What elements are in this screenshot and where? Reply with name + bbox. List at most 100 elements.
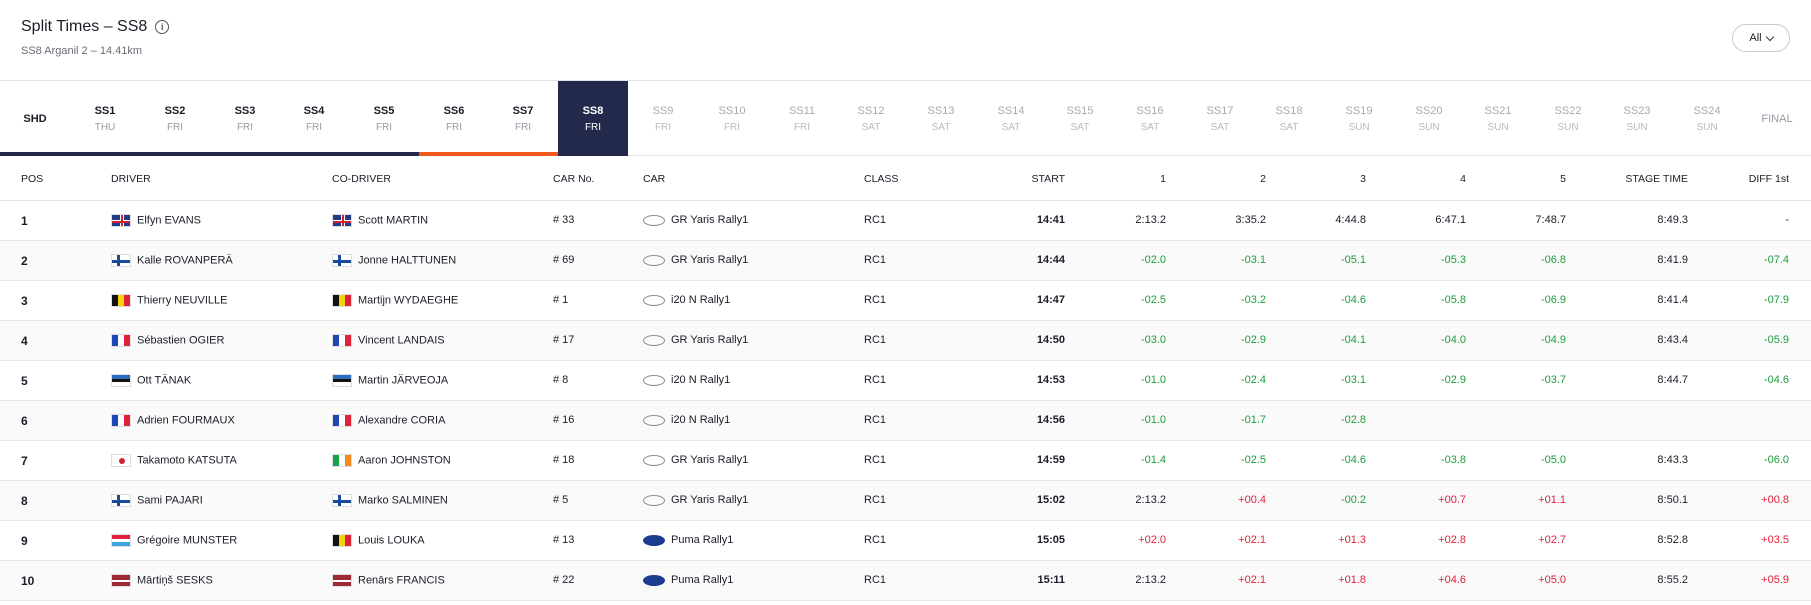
stage-tab-ss14[interactable]: SS14 SAT bbox=[976, 81, 1046, 156]
class-filter-dropdown[interactable]: All bbox=[1732, 24, 1790, 52]
stage-tab-final[interactable]: FINAL bbox=[1742, 81, 1811, 156]
codriver-name: Renārs FRANCIS bbox=[358, 574, 445, 587]
driver-name[interactable]: Elfyn EVANS bbox=[137, 214, 201, 226]
driver-name[interactable]: Kalle ROVANPERÄ bbox=[137, 254, 233, 266]
column-header-5: 5 bbox=[1560, 173, 1566, 185]
cell-s2: -03.2 bbox=[1240, 294, 1266, 306]
stage-tab-ss23[interactable]: SS23 SUN bbox=[1602, 81, 1672, 156]
cell-s1: -01.4 bbox=[1140, 454, 1166, 466]
table-row[interactable]: 6 Adrien FOURMAUX Alexandre CORIA # 16 i20 N… bbox=[0, 401, 1811, 441]
car-model: i20 N Rally1 bbox=[671, 374, 731, 386]
stage-tab-ss5[interactable]: SS5 FRI bbox=[349, 81, 419, 156]
cell-s2: -02.5 bbox=[1240, 454, 1266, 466]
cell-pos: 3 bbox=[21, 294, 28, 308]
cell-s2: -02.4 bbox=[1240, 374, 1266, 386]
stage-tab-label: SS13 bbox=[927, 104, 955, 117]
cell-class: RC1 bbox=[864, 374, 887, 386]
stage-tab-ss10[interactable]: SS10 FRI bbox=[697, 81, 767, 156]
driver-name[interactable]: Ott TÄNAK bbox=[137, 374, 191, 386]
cell-s3: -02.8 bbox=[1340, 414, 1366, 426]
cell-car: GR Yaris Rally1 bbox=[643, 214, 748, 226]
column-header-start: START bbox=[1031, 173, 1065, 185]
stage-tab-label: SS10 bbox=[718, 104, 746, 117]
stage-tab-ss20[interactable]: SS20 SUN bbox=[1394, 81, 1464, 156]
column-header-diff-1st: DIFF 1st bbox=[1748, 173, 1789, 185]
column-header-car-no: CAR No. bbox=[553, 173, 595, 185]
stage-tab-ss2[interactable]: SS2 FRI bbox=[140, 81, 210, 156]
codriver-name: Alexandre CORIA bbox=[358, 414, 446, 427]
stage-tab-ss19[interactable]: SS19 SUN bbox=[1324, 81, 1394, 156]
stage-tab-day: FRI bbox=[375, 121, 393, 133]
flag-lv-icon bbox=[332, 574, 352, 587]
stage-tab-ss6[interactable]: SS6 FRI bbox=[419, 81, 489, 156]
stage-tab-ss18[interactable]: SS18 SAT bbox=[1254, 81, 1324, 156]
table-body: 1 Elfyn EVANS Scott MARTIN # 33 GR Yaris Ral… bbox=[0, 201, 1811, 601]
stage-tab-ss22[interactable]: SS22 SUN bbox=[1533, 81, 1603, 156]
info-icon[interactable]: i bbox=[155, 20, 170, 34]
table-row[interactable]: 4 Sébastien OGIER Vincent LANDAIS # 17 GR Ya… bbox=[0, 321, 1811, 361]
table-row[interactable]: 7 Takamoto KATSUTA Aaron JOHNSTON # 18 GR Ya… bbox=[0, 441, 1811, 481]
stage-tab-ss15[interactable]: SS15 SAT bbox=[1045, 81, 1115, 156]
toyota-logo-icon bbox=[643, 334, 665, 346]
stage-tab-day: SAT bbox=[1140, 121, 1160, 133]
stage-tab-ss3[interactable]: SS3 FRI bbox=[210, 81, 280, 156]
driver-name[interactable]: Thierry NEUVILLE bbox=[137, 294, 227, 306]
cell-s3: -04.6 bbox=[1340, 454, 1366, 466]
cell-codriver: Vincent LANDAIS bbox=[332, 334, 445, 347]
cell-start: 15:05 bbox=[1036, 534, 1065, 546]
car-model: Puma Rally1 bbox=[671, 574, 734, 586]
stage-tab-ss13[interactable]: SS13 SAT bbox=[906, 81, 976, 156]
driver-name[interactable]: Takamoto KATSUTA bbox=[137, 454, 237, 466]
cell-car-no: # 13 bbox=[553, 534, 575, 546]
stage-tab-ss8[interactable]: SS8 FRI bbox=[558, 81, 628, 156]
flag-fi-icon bbox=[111, 494, 131, 507]
cell-car: GR Yaris Rally1 bbox=[643, 454, 748, 466]
toyota-logo-icon bbox=[643, 254, 665, 266]
cell-s3: -03.1 bbox=[1340, 374, 1366, 386]
table-row[interactable]: 9 Grégoire MUNSTER Louis LOUKA # 13 Puma Ral… bbox=[0, 521, 1811, 561]
stage-tab-shd[interactable]: SHD bbox=[0, 81, 70, 156]
car-model: Puma Rally1 bbox=[671, 534, 734, 546]
stage-tab-ss16[interactable]: SS16 SAT bbox=[1115, 81, 1185, 156]
stage-tab-ss7[interactable]: SS7 FRI bbox=[488, 81, 558, 156]
table-row[interactable]: 10 Mārtiņš SESKS Renārs FRANCIS # 22 Puma Ra… bbox=[0, 561, 1811, 601]
table-row[interactable]: 5 Ott TÄNAK Martin JÄRVEOJA # 8 i20 N Rally1… bbox=[0, 361, 1811, 401]
stage-tab-label: SS18 bbox=[1275, 104, 1303, 117]
stage-tab-ss24[interactable]: SS24 SUN bbox=[1672, 81, 1742, 156]
driver-name[interactable]: Mārtiņš SESKS bbox=[137, 574, 213, 586]
driver-name[interactable]: Sami PAJARI bbox=[137, 494, 203, 506]
cell-codriver: Scott MARTIN bbox=[332, 214, 428, 227]
stage-tab-ss4[interactable]: SS4 FRI bbox=[279, 81, 349, 156]
driver-name[interactable]: Sébastien OGIER bbox=[137, 334, 224, 346]
cell-driver: Kalle ROVANPERÄ bbox=[111, 254, 233, 267]
stage-tab-ss11[interactable]: SS11 FRI bbox=[767, 81, 837, 156]
stage-tab-label: SS21 bbox=[1484, 104, 1512, 117]
cell-s1: -01.0 bbox=[1140, 374, 1166, 386]
split-times-table: POS DRIVER CO-DRIVER CAR No. CAR CLASS START 1 2… bbox=[0, 157, 1811, 601]
table-row[interactable]: 8 Sami PAJARI Marko SALMINEN # 5 GR Yaris Ra… bbox=[0, 481, 1811, 521]
stage-tab-day: SAT bbox=[861, 121, 881, 133]
table-row[interactable]: 3 Thierry NEUVILLE Martijn WYDAEGHE # 1 i20 … bbox=[0, 281, 1811, 321]
driver-name[interactable]: Adrien FOURMAUX bbox=[137, 414, 235, 426]
stage-tab-label: SS4 bbox=[303, 104, 325, 117]
cell-stage-time: 8:43.3 bbox=[1657, 454, 1688, 466]
stage-tab-ss17[interactable]: SS17 SAT bbox=[1185, 81, 1255, 156]
stage-tab-day: SAT bbox=[1279, 121, 1299, 133]
codriver-name: Marko SALMINEN bbox=[358, 494, 448, 507]
cell-pos: 7 bbox=[21, 454, 28, 468]
cell-s4: -05.8 bbox=[1440, 294, 1466, 306]
flag-be-icon bbox=[111, 294, 131, 307]
stage-tab-ss1[interactable]: SS1 THU bbox=[70, 81, 140, 156]
stage-tab-day: FRI bbox=[445, 121, 463, 133]
table-row[interactable]: 1 Elfyn EVANS Scott MARTIN # 33 GR Yaris Ral… bbox=[0, 201, 1811, 241]
stage-tab-day: SUN bbox=[1418, 121, 1440, 133]
table-row[interactable]: 2 Kalle ROVANPERÄ Jonne HALTTUNEN # 69 GR Ya… bbox=[0, 241, 1811, 281]
cell-pos: 6 bbox=[21, 414, 28, 428]
driver-name[interactable]: Grégoire MUNSTER bbox=[137, 534, 237, 546]
stage-tab-ss12[interactable]: SS12 SAT bbox=[836, 81, 906, 156]
stage-tab-label: SS12 bbox=[857, 104, 885, 117]
stage-tab-ss21[interactable]: SS21 SUN bbox=[1463, 81, 1533, 156]
cell-s4: 6:47.1 bbox=[1435, 214, 1466, 226]
column-header-1: 1 bbox=[1160, 173, 1166, 185]
stage-tab-ss9[interactable]: SS9 FRI bbox=[628, 81, 698, 156]
